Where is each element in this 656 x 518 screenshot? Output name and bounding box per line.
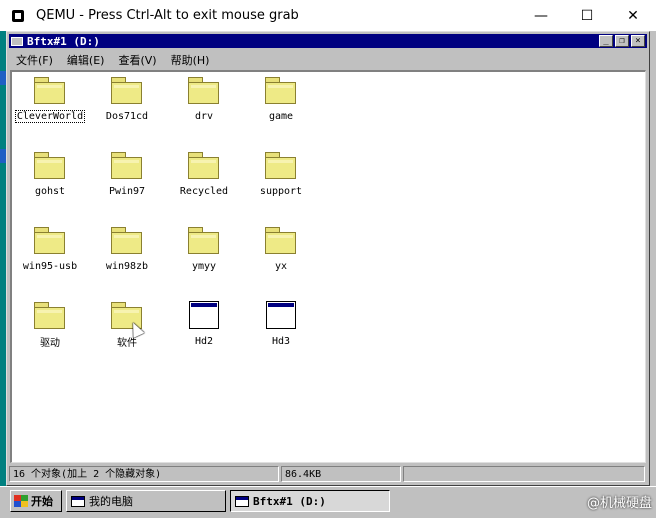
folder-icon (187, 226, 221, 254)
folder-item[interactable]: Recycled (166, 151, 242, 198)
guest-screen: Bftx#1 (D:) _ ❐ × 文件(F) 编辑(E) 查看(V) 帮助(H… (0, 31, 656, 518)
folder-icon (264, 76, 298, 104)
folder-item[interactable]: drv (166, 76, 242, 123)
menu-edit[interactable]: 编辑(E) (60, 52, 112, 68)
folder-item[interactable]: win98zb (89, 226, 165, 273)
item-label: support (259, 186, 303, 197)
explorer-close-button[interactable]: × (631, 35, 645, 47)
item-label: win98zb (105, 261, 149, 272)
folder-item[interactable]: ymyy (166, 226, 242, 273)
folder-icon (264, 151, 298, 179)
explorer-title: Bftx#1 (D:) (27, 34, 100, 48)
window-shortcut-item[interactable]: Hd2 (166, 301, 242, 348)
window-icon (264, 301, 298, 329)
task-my-computer[interactable]: 我的电脑 (66, 490, 226, 512)
folder-icon (264, 226, 298, 254)
folder-icon (33, 226, 67, 254)
menu-help[interactable]: 帮助(H) (164, 52, 217, 68)
start-label: 开始 (31, 495, 53, 508)
item-label: game (268, 111, 294, 122)
task-label: Bftx#1 (D:) (253, 494, 326, 508)
status-size: 86.4KB (281, 466, 401, 482)
item-label: ymyy (191, 261, 217, 272)
folder-item[interactable]: support (243, 151, 319, 198)
folder-item[interactable]: yx (243, 226, 319, 273)
item-label: drv (194, 111, 214, 122)
qemu-app-icon (12, 9, 24, 22)
task-label: 我的电脑 (89, 495, 133, 508)
close-icon: ✕ (627, 7, 639, 24)
folder-icon (33, 76, 67, 104)
folder-icon (187, 76, 221, 104)
status-empty-cell (403, 466, 645, 482)
item-label: gohst (34, 186, 66, 197)
menu-file[interactable]: 文件(F) (9, 52, 60, 68)
explorer-minimize-button[interactable]: _ (599, 35, 613, 47)
statusbar: 16 个对象(加上 2 个隐藏对象) 86.4KB (9, 466, 647, 483)
item-label: Pwin97 (108, 186, 146, 197)
maximize-icon: ☐ (580, 7, 594, 24)
explorer-restore-button[interactable]: ❐ (615, 35, 629, 47)
menubar: 文件(F) 编辑(E) 查看(V) 帮助(H) (9, 51, 647, 69)
host-titlebar: QEMU - Press Ctrl-Alt to exit mouse grab… (0, 0, 656, 31)
folder-icon (187, 151, 221, 179)
explorer-window: Bftx#1 (D:) _ ❐ × 文件(F) 编辑(E) 查看(V) 帮助(H… (6, 31, 650, 486)
folder-item[interactable]: gohst (12, 151, 88, 198)
host-maximize-button[interactable]: ☐ (564, 0, 610, 31)
drive-icon (11, 36, 23, 46)
folder-item[interactable]: 驱动 (12, 301, 88, 350)
task-explorer-window[interactable]: Bftx#1 (D:) (230, 490, 390, 512)
host-window-title: QEMU - Press Ctrl-Alt to exit mouse grab (36, 8, 299, 23)
window-shortcut-item[interactable]: Hd3 (243, 301, 319, 348)
folder-item[interactable]: game (243, 76, 319, 123)
folder-item[interactable]: CleverWorld (12, 76, 88, 123)
window-icon (187, 301, 221, 329)
item-label: Dos71cd (105, 111, 149, 122)
folder-icon (110, 226, 144, 254)
computer-icon (71, 495, 85, 507)
explorer-window-controls: _ ❐ × (597, 35, 645, 47)
host-close-button[interactable]: ✕ (610, 0, 656, 31)
system-tray: @机械硬盘 (536, 490, 656, 512)
window-icon (235, 495, 249, 507)
item-label: Hd3 (271, 336, 291, 347)
file-list-view[interactable]: CleverWorld Dos71cd drv game gohst Pwin97 Recy… (10, 70, 646, 463)
item-label: yx (274, 261, 288, 272)
item-label: win95-usb (22, 261, 78, 272)
folder-icon (110, 76, 144, 104)
item-label: CleverWorld (14, 110, 86, 123)
taskbar: 开始 我的电脑 Bftx#1 (D:) @机械硬盘 (0, 486, 656, 518)
explorer-titlebar[interactable]: Bftx#1 (D:) _ ❐ × (9, 34, 647, 48)
minimize-icon: — (534, 7, 548, 24)
start-button[interactable]: 开始 (10, 490, 62, 512)
host-window-controls: — ☐ ✕ (518, 0, 656, 31)
host-minimize-button[interactable]: — (518, 0, 564, 31)
item-label: Recycled (179, 186, 229, 197)
item-label: Hd2 (194, 336, 214, 347)
folder-icon (33, 151, 67, 179)
folder-icon (110, 151, 144, 179)
folder-item[interactable]: Dos71cd (89, 76, 165, 123)
windows-logo-icon (14, 495, 28, 507)
folder-icon (33, 301, 67, 329)
folder-item[interactable]: Pwin97 (89, 151, 165, 198)
status-object-count: 16 个对象(加上 2 个隐藏对象) (9, 466, 279, 482)
item-label: 驱动 (40, 338, 60, 349)
watermark-text: @机械硬盘 (586, 495, 652, 511)
folder-item[interactable]: win95-usb (12, 226, 88, 273)
menu-view[interactable]: 查看(V) (111, 52, 163, 68)
